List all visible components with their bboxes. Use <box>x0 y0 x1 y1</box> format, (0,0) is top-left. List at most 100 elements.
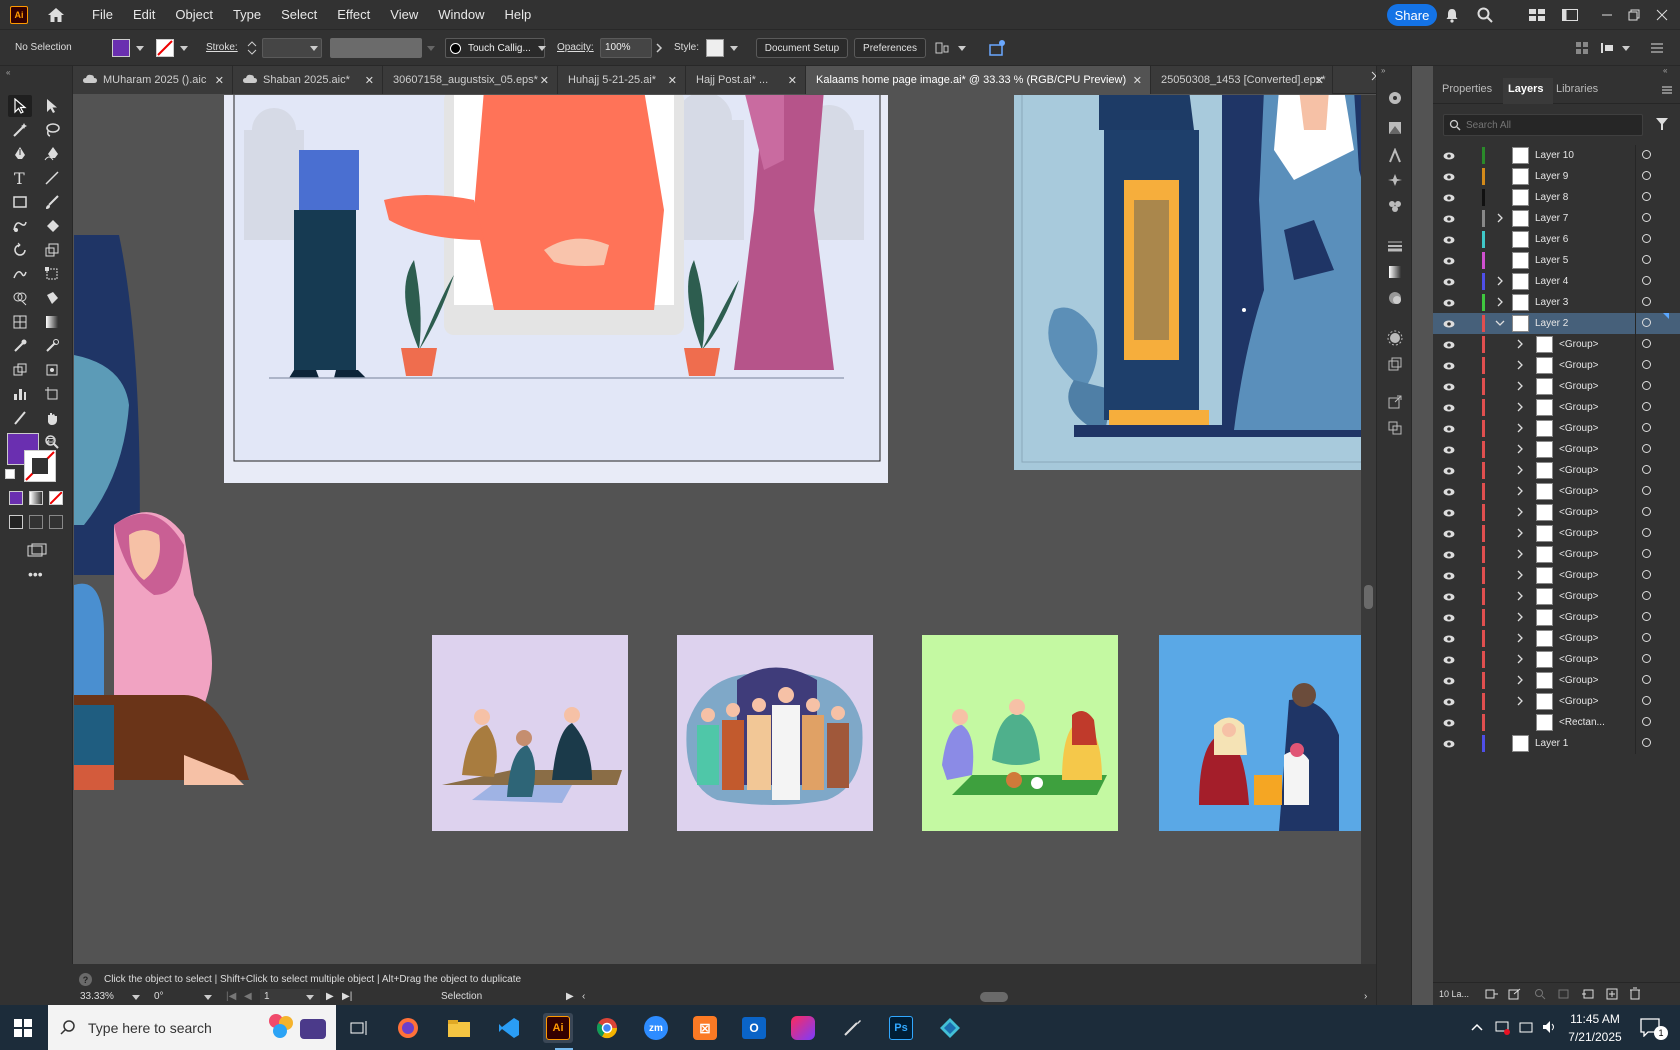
illustrator-taskbar-icon[interactable]: Ai <box>543 1013 573 1043</box>
search-icon[interactable] <box>1475 5 1495 25</box>
collapse-panel-icon[interactable]: « <box>1663 66 1667 75</box>
export-icon[interactable] <box>1384 392 1406 412</box>
target-circle-icon[interactable] <box>1642 150 1651 159</box>
menu-window[interactable]: Window <box>428 7 494 22</box>
layer-row[interactable]: Layer 4 <box>1433 271 1680 292</box>
chevron-right-icon[interactable] <box>1515 696 1525 706</box>
workspace-icon[interactable] <box>1560 5 1580 25</box>
vertical-scrollbar[interactable] <box>1361 95 1376 964</box>
chrome-icon[interactable] <box>592 1013 622 1043</box>
opacity-label[interactable]: Opacity: <box>557 42 594 53</box>
layer-row[interactable]: <Group> <box>1433 439 1680 460</box>
warp-tool-icon[interactable] <box>8 263 32 285</box>
visibility-eye-icon[interactable] <box>1443 592 1455 601</box>
selection-tool-icon[interactable] <box>8 95 32 117</box>
profile-dropdown-icon[interactable] <box>427 46 435 51</box>
tab-properties[interactable]: Properties <box>1442 83 1492 95</box>
chevron-right-icon[interactable] <box>1515 633 1525 643</box>
layer-row[interactable]: Layer 3 <box>1433 292 1680 313</box>
visibility-eye-icon[interactable] <box>1443 277 1455 286</box>
show-hidden-icons-icon[interactable] <box>1471 1022 1483 1034</box>
chevron-right-icon[interactable] <box>1515 549 1525 559</box>
volume-icon[interactable] <box>1541 1019 1557 1038</box>
none-mode-icon[interactable] <box>49 491 63 505</box>
visibility-eye-icon[interactable] <box>1443 529 1455 538</box>
menu-object[interactable]: Object <box>165 7 223 22</box>
layer-row[interactable]: <Group> <box>1433 628 1680 649</box>
target-circle-icon[interactable] <box>1642 276 1651 285</box>
zoom-field[interactable]: 33.33% <box>76 989 148 1004</box>
paintbrush-tool-icon[interactable] <box>40 191 64 213</box>
wifi-icon[interactable] <box>1518 1019 1534 1038</box>
chevron-right-icon[interactable] <box>1515 339 1525 349</box>
delete-layer-icon[interactable] <box>1629 987 1641 1003</box>
shaper-tool-icon[interactable] <box>8 215 32 237</box>
document-tab[interactable]: Huhajj 5-21-25.ai* ✕ <box>558 66 686 94</box>
locate-object-icon[interactable] <box>1533 988 1547 1003</box>
visibility-eye-icon[interactable] <box>1443 424 1455 433</box>
panel-grid-icon[interactable] <box>1575 41 1589 58</box>
status-mode[interactable]: Selection <box>441 991 482 1002</box>
target-circle-icon[interactable] <box>1642 402 1651 411</box>
layer-row[interactable]: <Group> <box>1433 586 1680 607</box>
chevron-right-icon[interactable] <box>1515 465 1525 475</box>
pen-app-icon[interactable] <box>837 1013 867 1043</box>
target-circle-icon[interactable] <box>1642 549 1651 558</box>
visibility-eye-icon[interactable] <box>1443 571 1455 580</box>
layers-search-box[interactable] <box>1443 114 1643 136</box>
draw-behind-icon[interactable] <box>29 515 43 529</box>
panel-menu-icon[interactable] <box>1661 84 1673 99</box>
magic-wand-tool-icon[interactable] <box>8 119 32 141</box>
layer-row[interactable]: Layer 2 <box>1433 313 1680 334</box>
hand-tool-icon[interactable] <box>40 407 64 429</box>
stroke-weight-stepper[interactable] <box>246 38 258 58</box>
collapse-strip-icon[interactable]: » <box>1381 66 1385 75</box>
target-circle-icon[interactable] <box>1642 444 1651 453</box>
layer-row[interactable]: <Group> <box>1433 355 1680 376</box>
visibility-eye-icon[interactable] <box>1443 466 1455 475</box>
chevron-right-icon[interactable] <box>1515 381 1525 391</box>
firefox-icon[interactable] <box>393 1013 423 1043</box>
document-tab[interactable]: Hajj Post.ai* ... ✕ <box>686 66 806 94</box>
target-circle-icon[interactable] <box>1642 297 1651 306</box>
target-circle-icon[interactable] <box>1642 633 1651 642</box>
close-tab-icon[interactable]: ✕ <box>1315 74 1324 87</box>
type-tool-icon[interactable]: T <box>8 167 32 189</box>
target-circle-icon[interactable] <box>1642 171 1651 180</box>
appearance-icon[interactable] <box>1384 328 1406 348</box>
chevron-right-icon[interactable] <box>1515 570 1525 580</box>
file-explorer-icon[interactable] <box>444 1013 474 1043</box>
align-icon[interactable] <box>934 40 950 59</box>
target-circle-icon[interactable] <box>1642 675 1651 684</box>
visibility-eye-icon[interactable] <box>1443 634 1455 643</box>
next-artboard-icon[interactable]: ▶ <box>326 991 334 1002</box>
layer-row[interactable]: <Group> <box>1433 607 1680 628</box>
visibility-eye-icon[interactable] <box>1443 655 1455 664</box>
layer-row[interactable]: <Group> <box>1433 649 1680 670</box>
target-circle-icon[interactable] <box>1642 192 1651 201</box>
menu-help[interactable]: Help <box>494 7 541 22</box>
menu-type[interactable]: Type <box>223 7 271 22</box>
target-circle-icon[interactable] <box>1642 360 1651 369</box>
gradient-panel-icon[interactable] <box>1384 262 1406 282</box>
chevron-right-icon[interactable] <box>1515 360 1525 370</box>
preferences-button[interactable]: Preferences <box>854 38 926 58</box>
menu-file[interactable]: File <box>82 7 123 22</box>
distribute-icon[interactable] <box>1600 41 1618 58</box>
document-tab[interactable]: Kalaams home page image.ai* @ 33.33 % (R… <box>806 66 1151 94</box>
visibility-eye-icon[interactable] <box>1443 739 1455 748</box>
opacity-arrow-icon[interactable] <box>655 42 663 57</box>
chevron-right-icon[interactable] <box>1515 654 1525 664</box>
network-icon[interactable] <box>1494 1019 1510 1038</box>
target-circle-icon[interactable] <box>1642 612 1651 621</box>
close-tab-icon[interactable]: ✕ <box>788 74 797 87</box>
visibility-eye-icon[interactable] <box>1443 613 1455 622</box>
target-circle-icon[interactable] <box>1642 528 1651 537</box>
horizontal-scrollbar[interactable] <box>594 990 1364 1004</box>
puppet-warp-icon[interactable] <box>1384 146 1406 166</box>
layer-row[interactable]: <Group> <box>1433 691 1680 712</box>
chevron-right-icon[interactable] <box>1515 486 1525 496</box>
visibility-eye-icon[interactable] <box>1443 235 1455 244</box>
layer-row[interactable]: <Group> <box>1433 460 1680 481</box>
target-circle-icon[interactable] <box>1642 465 1651 474</box>
